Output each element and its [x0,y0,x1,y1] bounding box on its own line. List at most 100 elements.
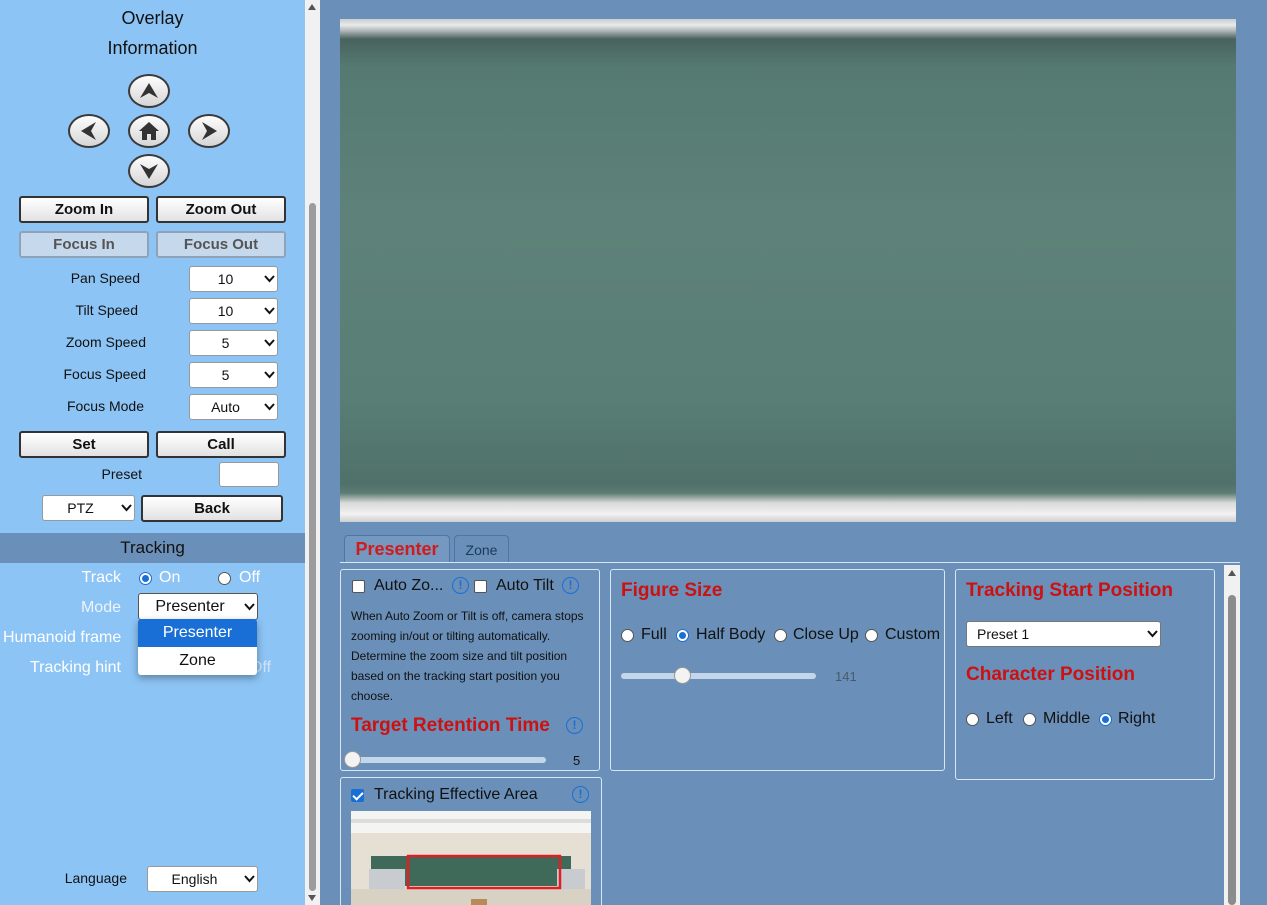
effective-area-checkbox[interactable] [351,789,364,802]
left-control-panel: Overlay Information Zoom In Zoom Out Foc… [0,0,305,905]
char-left-radio[interactable] [966,713,979,726]
figure-half-body-radio[interactable] [676,629,689,642]
description-line: Determine the zoom size and tilt positio… [351,649,568,663]
mode-value: Presenter [155,597,225,615]
focus-speed-label: Focus Speed [63,366,147,382]
scroll-up-icon[interactable] [308,4,316,10]
scrollbar-thumb[interactable] [1228,595,1236,905]
figure-size-value: 141 [835,669,857,684]
scroll-down-icon[interactable] [308,895,316,901]
zoom-out-button[interactable]: Zoom Out [156,196,286,223]
figure-size-title: Figure Size [621,580,723,601]
chevron-down-icon [118,504,134,512]
effective-area-preview-image[interactable] [351,811,591,905]
mode-label: Mode [80,599,121,616]
tab-divider [340,562,1240,563]
back-button[interactable]: Back [141,495,283,522]
tracking-hint-label: Tracking hint [30,659,121,676]
track-off-radio[interactable] [218,572,231,585]
arrow-right-icon [202,122,217,140]
figure-size-panel: Figure Size Full Half Body Close Up Cust… [610,569,945,771]
pan-up-button[interactable] [128,74,170,108]
retention-slider-thumb[interactable] [344,751,361,768]
zoom-in-button[interactable]: Zoom In [19,196,149,223]
figure-full-radio[interactable] [621,629,634,642]
track-on-label: On [159,569,181,586]
effective-area-info-icon[interactable]: ! [572,786,589,803]
tracking-start-panel: Tracking Start Position Preset 1 Charact… [955,569,1215,780]
auto-zoom-tilt-panel: Auto Zo... ! Auto Tilt ! When Auto Zoom … [340,569,600,771]
mode-select[interactable]: Presenter [138,593,258,620]
auto-zoom-checkbox[interactable] [352,580,365,593]
tab-zone[interactable]: Zone [454,535,509,563]
char-right-label: Right [1118,710,1156,727]
focus-speed-select[interactable]: 5 [189,362,278,388]
char-middle-radio[interactable] [1023,713,1036,726]
figure-close-up-radio[interactable] [774,629,787,642]
figure-custom-radio[interactable] [865,629,878,642]
scrollbar-thumb[interactable] [309,203,316,891]
pan-speed-select[interactable]: 10 [189,266,278,292]
settings-scrollbar[interactable] [1224,565,1240,905]
mode-option-presenter[interactable]: Presenter [138,619,257,647]
retention-info-icon[interactable]: ! [566,717,583,734]
character-position-title: Character Position [966,664,1135,685]
auto-tilt-checkbox[interactable] [474,580,487,593]
arrow-left-icon [81,122,96,140]
tracking-start-value: Preset 1 [977,626,1030,642]
pan-right-button[interactable] [188,114,230,148]
focus-mode-select[interactable]: Auto [189,394,278,420]
pan-left-button[interactable] [68,114,110,148]
language-select[interactable]: English [147,866,258,892]
chevron-down-icon [261,371,277,379]
focus-in-button[interactable]: Focus In [19,231,149,258]
tracking-start-select[interactable]: Preset 1 [966,621,1161,647]
focus-out-button[interactable]: Focus Out [156,231,286,258]
char-right-radio[interactable] [1099,713,1112,726]
figure-full-label: Full [641,626,667,643]
chevron-down-icon [261,307,277,315]
auto-zoom-label: Auto Zo... [374,577,444,594]
figure-slider-thumb[interactable] [674,667,692,684]
preset-label: Preset [101,466,142,482]
retention-time-title: Target Retention Time [351,715,550,736]
focus-mode-label: Focus Mode [66,398,144,414]
pan-speed-value: 10 [217,271,234,287]
description-line: choose. [351,689,394,703]
tab-presenter[interactable]: Presenter [344,535,450,563]
ptz-mode-select[interactable]: PTZ [42,495,135,521]
left-panel-scrollbar[interactable] [305,0,320,905]
pan-down-button[interactable] [128,154,170,188]
chevron-down-icon [261,339,277,347]
arrow-up-icon [140,83,158,98]
home-icon [139,122,159,140]
track-on-radio[interactable] [139,572,152,585]
zoom-speed-value: 5 [221,335,230,351]
zoom-speed-select[interactable]: 5 [189,330,278,356]
main-area: Presenter Zone Auto Zo... ! Auto Tilt ! … [320,0,1267,905]
preset-number-input[interactable] [219,462,279,487]
track-label: Track [81,569,121,586]
retention-slider-track[interactable] [351,757,546,763]
description-line: zooming in/out or tilting automatically. [351,629,551,643]
mode-option-zone[interactable]: Zone [138,647,257,675]
set-preset-button[interactable]: Set [19,431,149,458]
char-left-label: Left [986,710,1013,727]
figure-slider-track[interactable] [621,673,816,679]
chevron-down-icon [261,403,277,411]
tracking-start-title: Tracking Start Position [966,580,1173,601]
tilt-speed-select[interactable]: 10 [189,298,278,324]
mode-dropdown-list: Presenter Zone [138,619,257,675]
char-middle-label: Middle [1043,710,1091,727]
ptz-mode-value: PTZ [67,500,94,516]
chevron-down-icon [1144,630,1160,638]
home-button[interactable] [128,114,170,148]
call-preset-button[interactable]: Call [156,431,286,458]
auto-zoom-info-icon[interactable]: ! [452,577,469,594]
camera-video-feed [340,19,1236,522]
figure-custom-label: Custom [885,626,941,643]
humanoid-frame-label: Humanoid frame [3,629,122,646]
scroll-up-icon[interactable] [1228,570,1236,576]
auto-tilt-info-icon[interactable]: ! [562,577,579,594]
pan-speed-label: Pan Speed [70,270,140,286]
